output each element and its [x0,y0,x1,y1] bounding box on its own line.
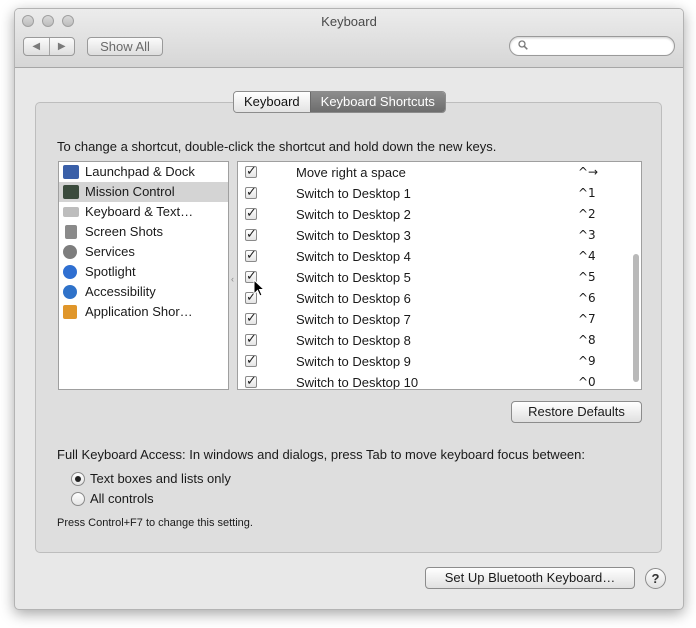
shortcut-name: Switch to Desktop 8 [296,333,411,348]
shortcut-key[interactable]: ^7 [578,309,608,330]
splitter-handle[interactable]: ‹ [231,274,234,284]
shortcut-row[interactable]: Switch to Desktop 7 ^7 [238,308,641,330]
gear-icon [63,245,77,259]
help-button[interactable]: ? [645,568,666,589]
spotlight-icon [63,265,77,279]
shortcut-key[interactable]: ^4 [578,246,608,267]
category-label: Application Shor… [85,304,193,319]
shortcut-row[interactable]: Move right a space ^→ [238,162,641,183]
shortcut-name: Switch to Desktop 5 [296,270,411,285]
shortcut-key[interactable]: ^→ [578,162,608,183]
full-keyboard-access-label: Full Keyboard Access: In windows and dia… [57,447,585,462]
category-label: Services [85,244,135,259]
shortcut-row[interactable]: Switch to Desktop 1 ^1 [238,182,641,204]
shortcut-checkbox[interactable] [245,245,257,266]
show-all-button[interactable]: Show All [87,37,163,56]
category-accessibility[interactable]: Accessibility [59,282,228,302]
restore-defaults-button[interactable]: Restore Defaults [511,401,642,423]
tab-keyboard-shortcuts[interactable]: Keyboard Shortcuts [309,92,445,112]
shortcut-key[interactable]: ^5 [578,267,608,288]
search-icon [518,40,528,50]
vertical-scrollbar[interactable] [633,254,639,382]
mission-control-icon [63,185,79,199]
accessibility-icon [63,285,77,299]
tab-keyboard[interactable]: Keyboard [234,92,310,112]
title-bar: Keyboard ◀ ▶ Show All [15,9,683,68]
category-services[interactable]: Services [59,242,228,262]
shortcut-key[interactable]: ^9 [578,351,608,372]
launchpad-icon [63,165,79,179]
category-spotlight[interactable]: Spotlight [59,262,228,282]
search-input[interactable] [509,36,675,56]
category-mission-control[interactable]: Mission Control [59,182,228,202]
radio-text-boxes-label[interactable]: Text boxes and lists only [90,471,231,486]
radio-all-controls-label[interactable]: All controls [90,491,154,506]
shortcut-key[interactable]: ^0 [578,372,608,389]
shortcut-checkbox[interactable] [245,203,257,224]
window-title: Keyboard [321,14,377,29]
tab-bar: Keyboard Keyboard Shortcuts [233,91,446,113]
shortcut-name: Switch to Desktop 7 [296,312,411,327]
radio-text-boxes[interactable] [71,472,85,486]
chevron-left-icon[interactable]: ◀ [24,38,49,55]
shortcut-name: Switch to Desktop 3 [296,228,411,243]
shortcut-key[interactable]: ^1 [578,183,608,204]
shortcut-row[interactable]: Switch to Desktop 10 ^0 [238,371,641,390]
category-launchpad-dock[interactable]: Launchpad & Dock [59,162,228,182]
keyboard-window: Keyboard ◀ ▶ Show All Keyboard Keyboard … [14,8,684,610]
instruction-text: To change a shortcut, double-click the s… [57,139,497,154]
setup-bluetooth-keyboard-button[interactable]: Set Up Bluetooth Keyboard… [425,567,635,589]
screenshot-icon [65,225,77,239]
category-screen-shots[interactable]: Screen Shots [59,222,228,242]
shortcut-key[interactable]: ^8 [578,330,608,351]
shortcut-checkbox[interactable] [245,350,257,371]
radio-all-controls[interactable] [71,492,85,506]
category-label: Screen Shots [85,224,164,239]
shortcut-row[interactable]: Switch to Desktop 9 ^9 [238,350,641,372]
keyboard-icon [63,207,79,217]
keyboard-access-note: Press Control+F7 to change this setting. [57,517,253,529]
shortcut-checkbox[interactable] [245,162,257,182]
shortcut-list: Move right a space ^→ Switch to Desktop 1… [237,161,642,390]
category-label: Keyboard & Text… [85,204,194,219]
shortcut-name: Switch to Desktop 10 [296,375,419,390]
shortcut-row[interactable]: Switch to Desktop 8 ^8 [238,329,641,351]
shortcut-name: Switch to Desktop 1 [296,186,411,201]
mouse-pointer-icon [253,279,265,297]
shortcut-checkbox[interactable] [245,308,257,329]
category-list: Launchpad & Dock Mission Control Keyboar… [58,161,229,390]
shortcut-checkbox[interactable] [245,371,257,389]
shortcut-key[interactable]: ^6 [578,288,608,309]
shortcut-name: Switch to Desktop 9 [296,354,411,369]
app-shortcuts-icon [63,305,77,319]
shortcut-checkbox[interactable] [245,224,257,245]
shortcut-row[interactable]: Switch to Desktop 5 ^5 [238,266,641,288]
shortcut-row[interactable]: Switch to Desktop 4 ^4 [238,245,641,267]
shortcut-name: Switch to Desktop 4 [296,249,411,264]
shortcut-checkbox[interactable] [245,329,257,350]
category-label: Spotlight [85,264,136,279]
shortcut-row[interactable]: Switch to Desktop 2 ^2 [238,203,641,225]
shortcut-name: Switch to Desktop 2 [296,207,411,222]
shortcut-name: Switch to Desktop 6 [296,291,411,306]
shortcut-row[interactable]: Switch to Desktop 3 ^3 [238,224,641,246]
shortcut-key[interactable]: ^3 [578,225,608,246]
category-application-shortcuts[interactable]: Application Shor… [59,302,228,322]
back-forward-control: ◀ ▶ [23,37,75,56]
category-label: Launchpad & Dock [85,164,195,179]
category-label: Accessibility [85,284,156,299]
chevron-right-icon[interactable]: ▶ [48,38,75,55]
shortcut-name: Move right a space [296,165,406,180]
shortcut-row[interactable]: Switch to Desktop 6 ^6 [238,287,641,309]
category-label: Mission Control [85,184,175,199]
category-keyboard-text[interactable]: Keyboard & Text… [59,202,228,222]
shortcut-checkbox[interactable] [245,182,257,203]
shortcut-key[interactable]: ^2 [578,204,608,225]
